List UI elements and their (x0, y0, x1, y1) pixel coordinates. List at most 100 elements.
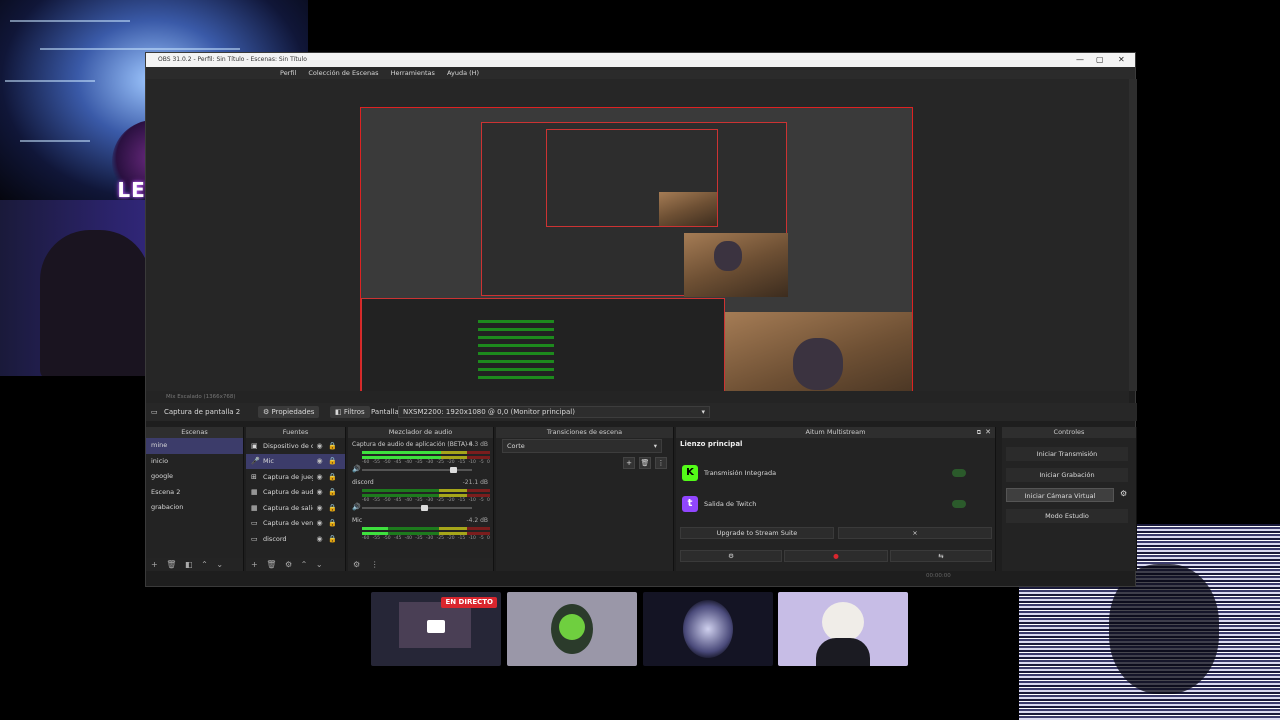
eye-icon[interactable]: ◉ (313, 473, 326, 481)
meter-tick-label: -40 (404, 460, 412, 465)
source-item[interactable]: ▭ Captura de ven ◉ 🔒 (246, 516, 345, 532)
mixer-dock-footer: ⚙ ⋮ (348, 558, 493, 571)
gear-icon[interactable]: ⚙ (1120, 489, 1127, 498)
participant-card-avatar-3[interactable] (778, 592, 908, 666)
eye-icon[interactable]: ◉ (313, 519, 326, 527)
start-virtual-camera-button[interactable]: Iniciar Cámara Virtual (1006, 488, 1114, 502)
filter-icon[interactable]: ◧ (185, 560, 193, 569)
maximize-button[interactable]: ▢ (1096, 53, 1104, 67)
nested-preview-inner (546, 129, 718, 227)
lock-icon[interactable]: 🔒 (326, 442, 339, 450)
menu-profile[interactable]: Perfil (280, 69, 296, 77)
trash-icon[interactable]: 🗑 (639, 457, 651, 469)
output-toggle[interactable] (952, 500, 966, 508)
more-icon[interactable]: ⋮ (655, 457, 667, 469)
scenes-dock-title: Escenas (146, 427, 243, 438)
source-item[interactable]: ⊞ Captura de jueg ◉ 🔒 (246, 469, 345, 485)
dismiss-upgrade-button[interactable]: × (838, 527, 992, 539)
down-icon[interactable]: ⌄ (216, 560, 223, 569)
up-icon[interactable]: ⌃ (201, 560, 208, 569)
speaker-icon[interactable]: 🔊 (352, 503, 361, 511)
record-button[interactable]: ● (784, 550, 888, 562)
eye-icon[interactable]: ◉ (313, 504, 326, 512)
trash-icon[interactable]: 🗑 (266, 560, 276, 569)
source-item[interactable]: ▭ discord ◉ 🔒 (246, 531, 345, 547)
eye-icon[interactable]: ◉ (313, 442, 326, 450)
meter-tick-label: -40 (404, 536, 412, 541)
down-icon[interactable]: ⌄ (316, 560, 323, 569)
volume-slider[interactable] (362, 505, 472, 511)
close-icon[interactable]: ✕ (985, 428, 991, 436)
eye-icon[interactable]: ◉ (313, 535, 326, 543)
start-recording-button[interactable]: Iniciar Grabación (1006, 468, 1128, 482)
lock-icon[interactable]: 🔒 (326, 535, 339, 543)
lock-icon[interactable]: 🔒 (326, 473, 339, 481)
meter-tick-label: -35 (415, 460, 423, 465)
add-icon[interactable]: + (251, 560, 258, 569)
eye-icon[interactable]: ◉ (313, 488, 326, 496)
scene-item[interactable]: mine (146, 438, 243, 454)
trash-icon[interactable]: 🗑 (166, 560, 176, 569)
participant-card-avatar-2[interactable] (643, 592, 773, 666)
transition-select[interactable]: Corte ▾ (502, 439, 662, 453)
gear-icon: ⚙ (263, 408, 272, 416)
scene-item[interactable]: grabacion (146, 500, 243, 516)
volume-slider[interactable] (362, 467, 472, 473)
menu-scene-collection[interactable]: Colección de Escenas (308, 69, 378, 77)
link-button[interactable]: ⇆ (890, 550, 992, 562)
meter-tick-label: -25 (436, 536, 444, 541)
scene-item[interactable]: inicio (146, 454, 243, 470)
menu-help[interactable]: Ayuda (H) (447, 69, 479, 77)
upgrade-button[interactable]: Upgrade to Stream Suite (680, 527, 834, 539)
lock-icon[interactable]: 🔒 (326, 457, 339, 465)
source-item[interactable]: ▦ Captura de aud ◉ 🔒 (246, 485, 345, 501)
scene-item[interactable]: google (146, 469, 243, 485)
properties-button[interactable]: ⚙ Propiedades (258, 406, 320, 418)
close-button[interactable]: ✕ (1118, 53, 1125, 67)
source-item[interactable]: 🎤 Mic ◉ 🔒 (246, 453, 345, 469)
eye-icon[interactable]: ◉ (313, 457, 326, 465)
float-icon[interactable]: ⧉ (977, 429, 981, 437)
add-icon[interactable]: + (623, 457, 635, 469)
source-toolbar: ▭ Captura de pantalla 2 ⚙ Propiedades ◧ … (146, 403, 1137, 421)
preview-canvas[interactable] (360, 107, 913, 418)
meter-tick-label: -35 (415, 536, 423, 541)
speaker-icon[interactable]: 🔊 (352, 465, 361, 473)
meter-tick-label: -50 (383, 460, 391, 465)
scene-item[interactable]: Escena 2 (146, 485, 243, 501)
source-item[interactable]: ▦ Captura de salic ◉ 🔒 (246, 500, 345, 516)
meter-tick-label: -55 (372, 460, 381, 465)
studio-mode-button[interactable]: Modo Estudio (1006, 509, 1128, 523)
meter-tick-label: -15 (457, 498, 466, 503)
participant-card-avatar-1[interactable] (507, 592, 637, 666)
gear-icon[interactable]: ⚙ (285, 560, 292, 569)
minimize-button[interactable]: — (1076, 53, 1084, 67)
preview-status: Mix Escalado (1366x768) (146, 391, 1129, 403)
preview-scrollbar[interactable] (1129, 79, 1137, 391)
volume-meter (362, 456, 490, 459)
window-icon: ▭ (251, 534, 258, 543)
lock-icon[interactable]: 🔒 (326, 519, 339, 527)
lock-icon[interactable]: 🔒 (326, 504, 339, 512)
add-icon[interactable]: + (151, 560, 158, 569)
source-item[interactable]: ▣ Dispositivo de c ◉ 🔒 (246, 438, 345, 454)
display-select[interactable]: NXSM2200: 1920x1080 @ 0,0 (Monitor princ… (398, 406, 710, 418)
output-toggle[interactable] (952, 469, 966, 477)
up-icon[interactable]: ⌃ (301, 560, 308, 569)
more-icon[interactable]: ⋮ (371, 560, 379, 569)
volume-meter (362, 527, 490, 530)
audio-capture-icon: ▦ (251, 488, 258, 497)
screen-share-icon (427, 620, 445, 633)
meter-tick-label: -15 (457, 536, 466, 541)
meter-tick-label: -15 (457, 460, 466, 465)
lock-icon[interactable]: 🔒 (326, 488, 339, 496)
start-streaming-button[interactable]: Iniciar Transmisión (1006, 447, 1128, 461)
meter-tick-label: -60 (362, 536, 370, 541)
settings-button[interactable]: ⚙ (680, 550, 782, 562)
gear-icon: ⚙ (728, 552, 734, 560)
participant-card-screen[interactable]: EN DIRECTO (371, 592, 501, 666)
filters-button[interactable]: ◧ Filtros (330, 406, 370, 418)
menu-tools[interactable]: Herramientas (391, 69, 435, 77)
gear-icon[interactable]: ⚙ (353, 560, 360, 569)
meter-tick-label: -60 (362, 460, 370, 465)
